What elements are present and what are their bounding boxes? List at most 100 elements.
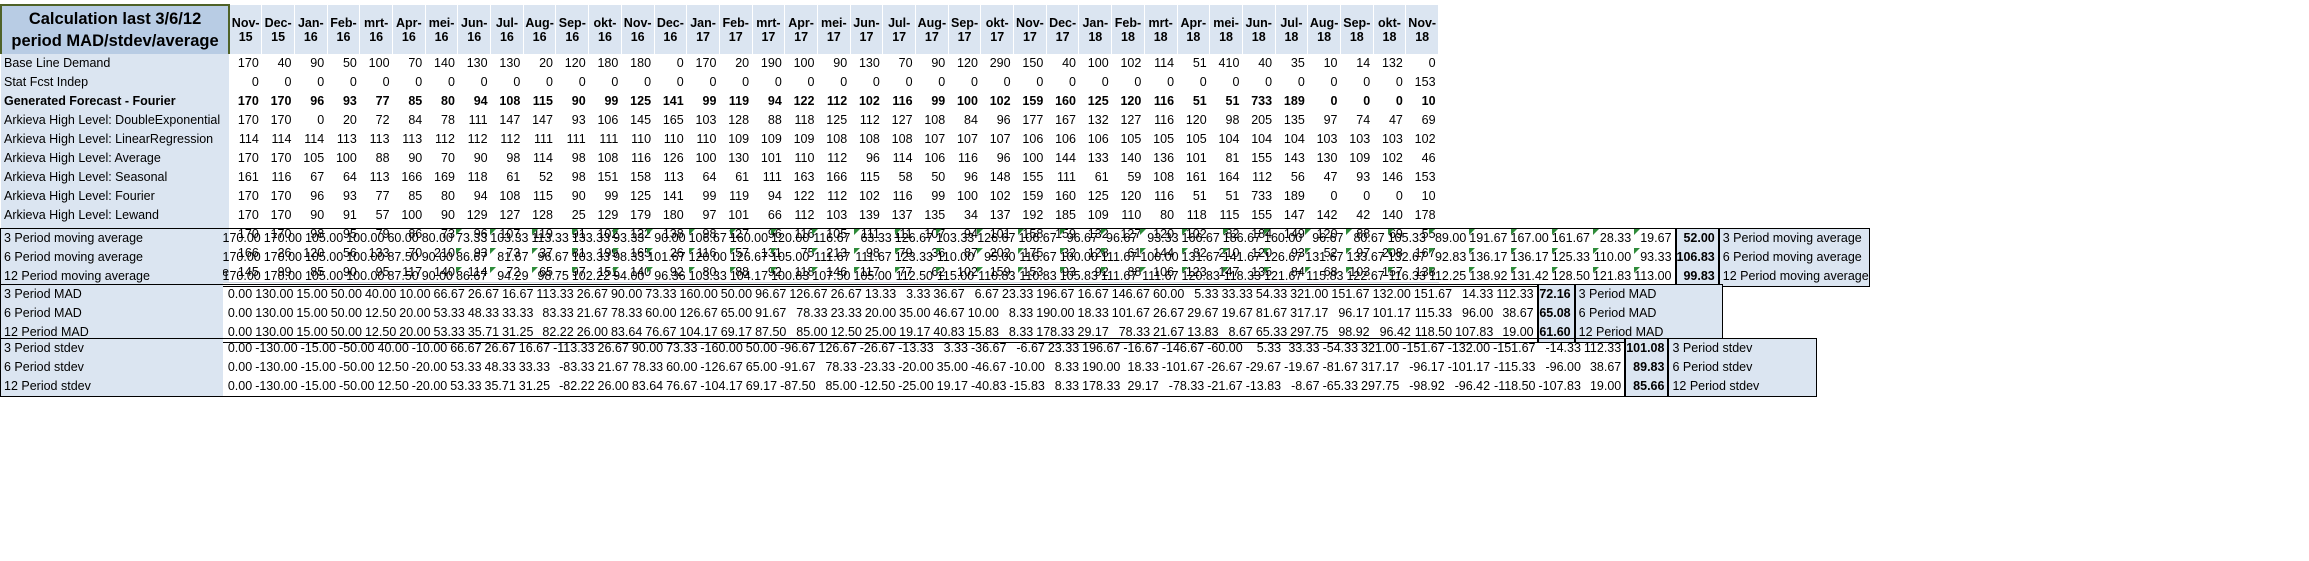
cell[interactable]: 20 [327, 111, 360, 130]
cell[interactable]: 96.00 [1455, 304, 1496, 323]
cell[interactable]: 16.67 [1077, 284, 1112, 304]
cell[interactable]: 18.33 [1078, 304, 1112, 323]
cell[interactable]: 108 [817, 130, 850, 149]
cell[interactable]: 115 [850, 168, 883, 187]
cell[interactable]: 80 [425, 92, 458, 111]
cell[interactable]: 108 [491, 92, 524, 111]
cell[interactable]: 73.33 [456, 228, 491, 248]
cell[interactable]: 90 [425, 206, 458, 225]
cell[interactable]: 110 [687, 130, 720, 149]
cell[interactable]: 116 [883, 92, 916, 111]
cell[interactable]: 108 [883, 130, 916, 149]
cell[interactable]: 0 [1406, 54, 1439, 73]
cell[interactable]: 31.25 [518, 377, 554, 397]
cell[interactable]: 130 [491, 54, 524, 73]
cell[interactable]: 100.00 [346, 228, 388, 248]
cell[interactable]: 99 [589, 187, 622, 206]
cell[interactable]: 89.00 [1428, 228, 1470, 248]
cell[interactable]: 130 [850, 54, 883, 73]
cell[interactable]: 78.33 [789, 304, 830, 323]
cell[interactable]: 101.17 [1373, 304, 1414, 323]
cell[interactable]: 96 [850, 149, 883, 168]
cell[interactable]: 93 [327, 92, 360, 111]
cell[interactable]: 105 [1144, 130, 1177, 149]
cell[interactable]: 0 [687, 73, 720, 92]
cell[interactable]: 80.00 [421, 228, 456, 248]
cell[interactable]: 99 [589, 92, 622, 111]
cell[interactable]: 90 [556, 187, 589, 206]
cell[interactable]: 5.33 [1245, 338, 1285, 358]
cell[interactable]: 0 [850, 73, 883, 92]
cell[interactable]: 115.33 [1414, 304, 1455, 323]
cell[interactable]: 144 [1046, 149, 1079, 168]
cell[interactable]: 21.67 [598, 358, 632, 377]
cell[interactable]: 112 [850, 111, 883, 130]
cell[interactable]: 137 [883, 206, 916, 225]
cell[interactable]: 0 [654, 73, 687, 92]
sheet-title[interactable]: Calculation last 3/6/12 period MAD/stdev… [0, 4, 231, 54]
cell[interactable]: -50.00 [339, 338, 378, 358]
cell[interactable]: 151.67 [1413, 284, 1456, 304]
summary-cell[interactable]: 65.08 [1536, 304, 1576, 323]
cell[interactable]: 90.00 [610, 284, 646, 304]
cell[interactable]: 50 [327, 54, 360, 73]
cell[interactable]: 15.00 [296, 304, 330, 323]
cell[interactable]: 101 [719, 206, 752, 225]
cell[interactable]: 0 [523, 73, 556, 92]
cell[interactable]: 51 [1177, 187, 1210, 206]
cell[interactable]: -130.00 [255, 338, 301, 358]
cell[interactable]: 0 [1340, 187, 1373, 206]
cell[interactable]: 111 [556, 130, 589, 149]
cell[interactable]: 60.00 [666, 358, 700, 377]
cell[interactable]: 90 [458, 149, 491, 168]
cell[interactable]: 130 [1308, 149, 1341, 168]
cell[interactable]: 110 [621, 130, 654, 149]
cell[interactable]: 297.75 [1361, 377, 1403, 397]
cell[interactable]: 103.33 [571, 248, 613, 267]
cell[interactable]: 0 [883, 73, 916, 92]
cell[interactable]: 14.33 [1455, 284, 1497, 304]
cell[interactable]: 0 [294, 73, 327, 92]
column-header[interactable]: Feb-16 [327, 5, 361, 54]
cell[interactable]: 18.33 [1123, 358, 1161, 377]
cell[interactable]: -91.67 [780, 358, 818, 377]
cell[interactable]: 70 [883, 54, 916, 73]
cell[interactable]: 131.67 [1181, 248, 1223, 267]
cell[interactable]: 26.00 [597, 377, 632, 397]
cell[interactable]: 28.33 [1592, 228, 1635, 248]
cell[interactable]: 143 [1275, 149, 1308, 168]
cell[interactable]: 94 [458, 92, 491, 111]
cell[interactable]: 133 [1079, 149, 1112, 168]
cell[interactable]: 60.00 [645, 304, 679, 323]
cell[interactable]: 120 [948, 54, 981, 73]
cell[interactable]: 100.00 [1140, 248, 1181, 267]
cell[interactable]: 0 [589, 73, 622, 92]
column-header[interactable]: Nov-18 [1405, 5, 1440, 54]
cell[interactable]: 113.33 [531, 228, 572, 248]
cell[interactable]: 321.00 [1361, 338, 1403, 358]
cell[interactable]: -78.33 [1161, 377, 1208, 397]
cell[interactable]: 35 [1275, 54, 1308, 73]
cell[interactable]: 0 [491, 73, 524, 92]
cell[interactable]: 122 [785, 92, 818, 111]
column-header[interactable]: mei-16 [425, 5, 459, 54]
cell[interactable]: 120.00 [688, 248, 730, 267]
cell[interactable]: 0 [1079, 73, 1112, 92]
cell[interactable]: 166 [817, 168, 850, 187]
cell[interactable]: 0 [327, 73, 360, 92]
cell[interactable]: -82.22 [553, 377, 598, 397]
cell[interactable]: 96.67 [1305, 228, 1347, 248]
cell[interactable]: -96.00 [1539, 358, 1584, 377]
cell[interactable]: 205 [1242, 111, 1275, 130]
row-label[interactable]: Arkieva High Level: Seasonal [1, 168, 230, 187]
cell[interactable]: 84 [393, 111, 426, 130]
cell[interactable]: 66.67 [433, 284, 468, 304]
cell[interactable]: 93.33 [1140, 228, 1182, 248]
row-label[interactable]: 3 Period moving average [0, 228, 223, 248]
cell[interactable]: 57 [360, 206, 393, 225]
cell[interactable]: 99 [916, 92, 949, 111]
cell[interactable]: 46 [1406, 149, 1439, 168]
cell[interactable]: 113 [393, 130, 426, 149]
cell[interactable]: 119 [719, 92, 752, 111]
cell[interactable]: 160.00 [1264, 228, 1306, 248]
